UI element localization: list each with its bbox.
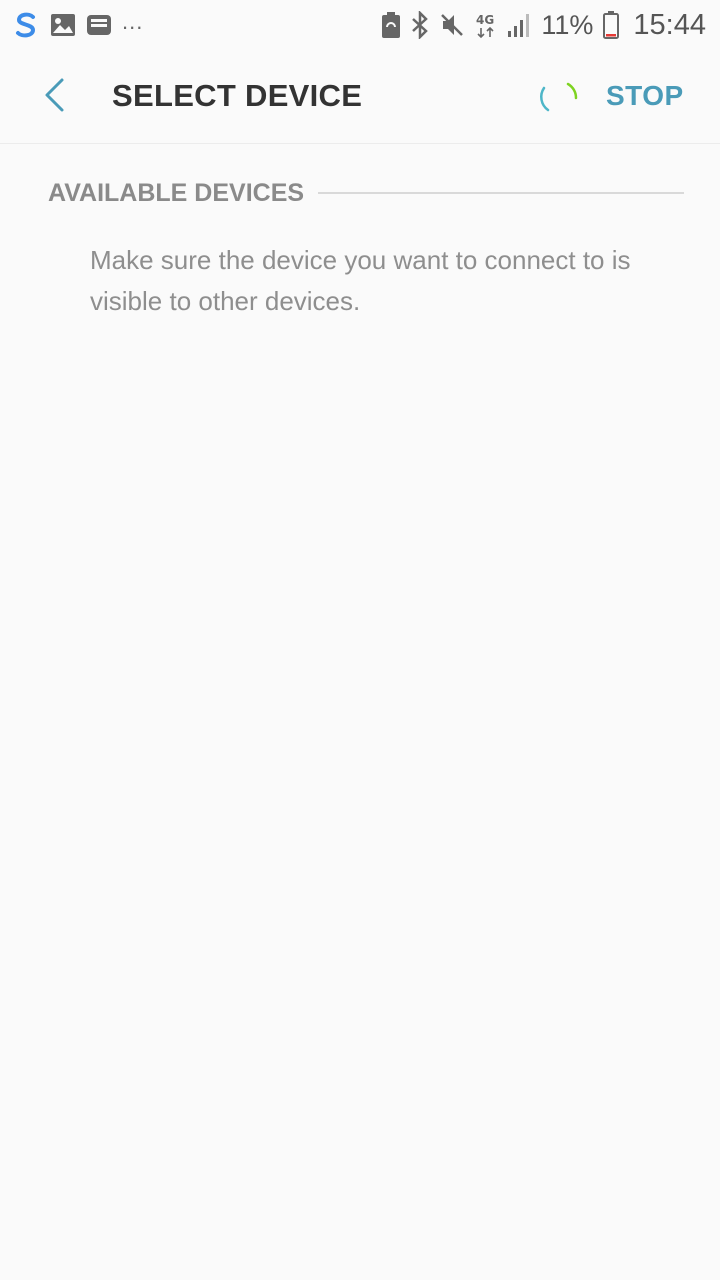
status-left: ... [12, 9, 144, 39]
loading-spinner-icon [534, 78, 582, 118]
stop-button[interactable]: STOP [596, 80, 694, 116]
battery-percent: 11% [541, 9, 594, 40]
battery-icon [603, 11, 620, 39]
section-divider [318, 192, 684, 194]
clock: 15:44 [633, 8, 706, 41]
svg-text:4G: 4G [476, 13, 494, 27]
app-bar: SELECT DEVICE STOP [0, 50, 720, 144]
section-title: AVAILABLE DEVICES [48, 178, 305, 207]
available-devices-header: AVAILABLE DEVICES [48, 176, 684, 210]
status-bar: ... 4G 11% 15:44 [0, 0, 720, 50]
chevron-left-icon [42, 77, 68, 118]
4g-icon: 4G [475, 11, 497, 39]
bluetooth-icon [411, 11, 429, 39]
battery-saver-icon [381, 12, 401, 38]
notification-overflow: ... [122, 9, 144, 34]
back-button[interactable] [30, 72, 80, 122]
inbox-icon [86, 13, 112, 37]
signal-icon [507, 12, 531, 38]
status-right: 4G 11% 15:44 [381, 9, 706, 42]
image-icon [50, 13, 76, 37]
page-title: SELECT DEVICE [112, 78, 363, 113]
mute-icon [439, 12, 465, 38]
s-app-icon [12, 11, 40, 39]
visibility-hint: Make sure the device you want to connect… [90, 245, 631, 316]
